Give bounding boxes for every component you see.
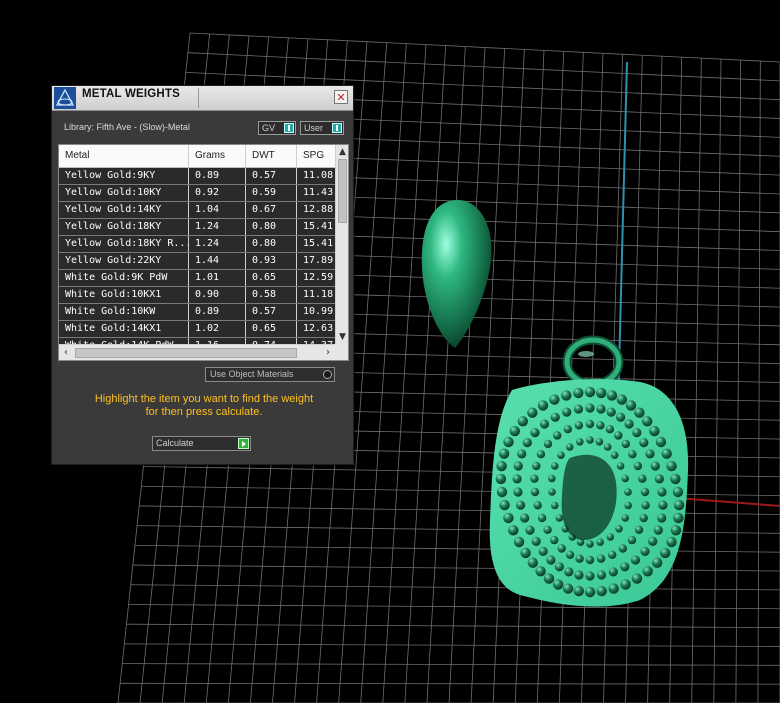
cell-dwt: 0.57 — [246, 168, 297, 184]
cell-metal: White Gold:10KX1 — [59, 287, 189, 303]
cell-dwt: 0.67 — [246, 202, 297, 218]
table-row[interactable]: Yellow Gold:10KY 0.92 0.59 11.43 — [59, 185, 335, 202]
table-row[interactable]: White Gold:10KW 0.89 0.57 10.99 — [59, 304, 335, 321]
gv-toggle[interactable]: GV — [258, 121, 296, 135]
cell-spg: 11.08 — [303, 170, 334, 181]
close-icon: ✕ — [336, 91, 346, 104]
cell-dwt: 0.57 — [246, 304, 297, 320]
cell-metal: White Gold:9K PdW — [59, 270, 189, 286]
library-label: Library: Fifth Ave - (Slow)-Metal — [64, 122, 190, 132]
gv-toggle-label: GV — [262, 123, 276, 133]
column-header-spg[interactable]: SPG — [297, 145, 335, 167]
cell-grams: 1.24 — [189, 219, 246, 235]
cell-metal: Yellow Gold:9KY — [59, 168, 189, 184]
user-toggle-label: User — [304, 123, 324, 133]
metal-weights-panel: METAL WEIGHTS ✕ Library: Fifth Ave - (Sl… — [51, 85, 354, 465]
instruction-line-1: Highlight the item you want to find the … — [94, 393, 314, 405]
horizontal-scrollbar[interactable]: ‹ › — [59, 344, 335, 360]
cell-spg: 17.89 — [303, 255, 334, 266]
table-row[interactable]: Yellow Gold:9KY 0.89 0.57 11.08 — [59, 168, 335, 185]
cell-dwt: 0.93 — [246, 253, 297, 269]
radio-dot-icon — [323, 370, 332, 379]
use-object-materials-label: Use Object Materials — [210, 369, 294, 379]
panel-title: METAL WEIGHTS — [82, 88, 181, 100]
cell-spg: 12.88 — [303, 204, 334, 215]
cell-grams: 0.90 — [189, 287, 246, 303]
arrow-right-icon[interactable]: › — [321, 345, 335, 360]
cell-metal: Yellow Gold:10KY — [59, 185, 189, 201]
cell-metal: Yellow Gold:18KY — [59, 219, 189, 235]
instruction-line-2: for then press calculate. — [145, 406, 263, 418]
column-header-grams[interactable]: Grams — [189, 145, 246, 167]
cell-metal: White Gold:10KW — [59, 304, 189, 320]
scroll-corner — [335, 344, 348, 360]
cell-dwt: 0.58 — [246, 287, 297, 303]
cell-spg: 10.99 — [303, 306, 334, 317]
cell-metal: Yellow Gold:14KY — [59, 202, 189, 218]
cell-grams: 1.01 — [189, 270, 246, 286]
arrow-left-icon[interactable]: ‹ — [59, 345, 73, 360]
letter-d-pendant[interactable] — [489, 379, 689, 607]
title-separator — [198, 88, 199, 108]
toggle-switch-icon — [284, 123, 294, 133]
calculate-label: Calculate — [156, 438, 194, 448]
calculate-button[interactable]: Calculate — [152, 436, 251, 451]
table-row[interactable]: Yellow Gold:18KY 1.24 0.80 15.41 — [59, 219, 335, 236]
cell-dwt: 0.80 — [246, 219, 297, 235]
table-row[interactable]: Yellow Gold:14KY 1.04 0.67 12.88 — [59, 202, 335, 219]
cell-metal: Yellow Gold:18KY R... — [59, 236, 189, 252]
cell-dwt: 0.59 — [246, 185, 297, 201]
table-row[interactable]: White Gold:14KX1 1.02 0.65 12.63 — [59, 321, 335, 338]
cell-dwt: 0.65 — [246, 321, 297, 337]
rhino-logo-icon — [54, 87, 76, 109]
column-header-metal[interactable]: Metal — [59, 145, 189, 167]
cell-metal: White Gold:14KX1 — [59, 321, 189, 337]
cell-spg: 12.59 — [303, 272, 334, 283]
cell-spg: 12.63 — [303, 323, 334, 334]
arrow-down-icon[interactable]: ▼ — [336, 330, 348, 344]
arrow-up-icon[interactable]: ▲ — [336, 145, 348, 159]
cell-grams: 0.89 — [189, 304, 246, 320]
column-header-dwt[interactable]: DWT — [246, 145, 297, 167]
user-toggle[interactable]: User — [300, 121, 344, 135]
instruction-text: Highlight the item you want to find the … — [64, 393, 344, 419]
cell-spg: 15.41 — [303, 238, 334, 249]
table-row[interactable]: Yellow Gold:18KY R... 1.24 0.80 15.41 — [59, 236, 335, 253]
table-header: Metal Grams DWT SPG — [59, 145, 335, 168]
vertical-scrollbar[interactable]: ▲ ▼ — [335, 145, 348, 344]
table-body: Yellow Gold:9KY 0.89 0.57 11.08 Yellow Gold:… — [59, 168, 335, 355]
cell-grams: 0.92 — [189, 185, 246, 201]
cell-dwt: 0.80 — [246, 236, 297, 252]
cell-grams: 1.44 — [189, 253, 246, 269]
horizontal-scroll-thumb[interactable] — [75, 348, 297, 358]
vertical-scroll-thumb[interactable] — [338, 159, 347, 223]
cell-spg: 11.43 — [303, 187, 334, 198]
table-row[interactable]: Yellow Gold:22KY 1.44 0.93 17.89 — [59, 253, 335, 270]
teardrop-object[interactable] — [421, 199, 492, 348]
cell-spg: 15.41 — [303, 221, 334, 232]
cell-metal: Yellow Gold:22KY — [59, 253, 189, 269]
toggle-switch-icon — [332, 123, 342, 133]
cell-grams: 1.04 — [189, 202, 246, 218]
table-row[interactable]: White Gold:9K PdW 1.01 0.65 12.59 — [59, 270, 335, 287]
metal-weights-table[interactable]: Metal Grams DWT SPG Yellow Gold:9KY 0.89 0… — [58, 144, 349, 361]
cell-grams: 1.24 — [189, 236, 246, 252]
use-object-materials-toggle[interactable]: Use Object Materials — [205, 367, 335, 382]
panel-titlebar[interactable]: METAL WEIGHTS ✕ — [52, 86, 353, 111]
cell-spg: 11.18 — [303, 289, 334, 300]
table-row[interactable]: White Gold:10KX1 0.90 0.58 11.18 — [59, 287, 335, 304]
cell-dwt: 0.65 — [246, 270, 297, 286]
cell-grams: 1.02 — [189, 321, 246, 337]
play-icon — [238, 438, 249, 449]
close-button[interactable]: ✕ — [334, 90, 348, 104]
cell-grams: 0.89 — [189, 168, 246, 184]
